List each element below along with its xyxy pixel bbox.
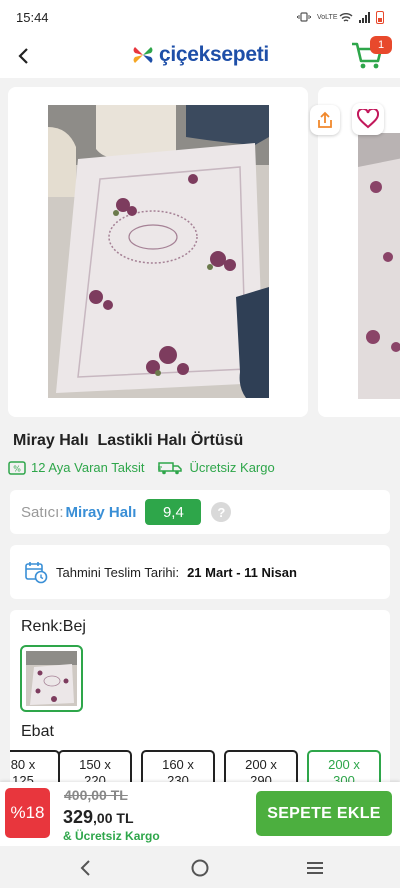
nav-recents-button[interactable]	[301, 854, 329, 882]
wifi-icon	[339, 12, 353, 22]
color-swatch-bej[interactable]	[20, 645, 83, 712]
seller-label: Satıcı:	[21, 503, 64, 521]
vibrate-icon	[297, 12, 311, 22]
logo-text: çiçeksepeti	[159, 43, 269, 66]
seller-name-link[interactable]: Miray Halı	[66, 504, 137, 521]
signal-icon	[359, 11, 370, 23]
status-bar: 15:44 VoLTE	[0, 0, 400, 34]
color-label: Renk:Bej	[21, 618, 86, 635]
seller-score-badge: 9,4	[145, 499, 202, 525]
carpet-photo-preview	[318, 87, 400, 417]
shipping-perk: Ücretsiz Kargo	[158, 460, 275, 475]
cart-count-badge: 1	[370, 36, 392, 54]
old-price: 400,00 TL	[64, 787, 128, 803]
app-header: çiçeksepeti 1	[0, 34, 400, 78]
product-perks: % 12 Aya Varan Taksit Ücretsiz Kargo	[8, 460, 275, 475]
calendar-clock-icon	[25, 562, 48, 584]
brand-logo[interactable]: çiçeksepeti	[131, 43, 269, 67]
nav-back-button[interactable]	[72, 854, 100, 882]
carpet-photo	[8, 87, 308, 417]
size-chip-line1: 200 x	[328, 757, 360, 772]
heart-icon	[357, 109, 379, 129]
color-swatch-thumbnail	[26, 651, 77, 706]
back-button[interactable]	[8, 40, 40, 72]
new-price-main: 329	[63, 807, 94, 827]
size-chip-line1: 150 x	[79, 757, 111, 772]
installment-perk: % 12 Aya Varan Taksit	[8, 460, 144, 475]
product-gallery[interactable]	[8, 87, 400, 417]
flower-logo-icon	[133, 47, 153, 63]
share-button[interactable]	[310, 105, 340, 135]
home-nav-icon	[191, 859, 209, 877]
size-chip-line1: 200 x	[245, 757, 277, 772]
battery-icon	[376, 10, 384, 24]
favorite-button[interactable]	[352, 103, 384, 135]
free-cargo-note: & Ücretsiz Kargo	[63, 829, 160, 843]
back-arrow-icon	[18, 48, 28, 64]
product-image-main[interactable]	[8, 87, 308, 417]
back-nav-icon	[80, 860, 90, 876]
cart-button[interactable]: 1	[350, 36, 392, 74]
installment-icon: %	[8, 460, 26, 475]
size-chip-line1: 160 x	[162, 757, 194, 772]
size-chip-line1: 80 x	[10, 757, 36, 772]
recents-nav-icon	[307, 862, 323, 874]
nav-home-button[interactable]	[186, 854, 214, 882]
purchase-bar: %18 400,00 TL 329,00 TL & Ücretsiz Kargo…	[0, 782, 400, 846]
delivery-estimate-card: Tahmini Teslim Tarihi: 21 Mart - 11 Nisa…	[10, 545, 390, 599]
seller-card[interactable]: Satıcı: Miray Halı 9,4 ?	[10, 490, 390, 534]
delivery-dates: 21 Mart - 11 Nisan	[187, 564, 297, 580]
status-time: 15:44	[16, 9, 49, 25]
product-image-next[interactable]	[318, 87, 400, 417]
discount-badge: %18	[5, 788, 50, 838]
installment-text: 12 Aya Varan Taksit	[31, 460, 145, 475]
share-icon	[318, 111, 332, 128]
svg-text:%: %	[13, 464, 21, 473]
truck-icon	[158, 461, 183, 474]
new-price: 329,00 TL	[63, 807, 134, 828]
product-title: Miray Halı Lastikli Halı Örtüsü	[13, 432, 244, 449]
add-to-cart-button[interactable]: SEPETE EKLE	[256, 791, 392, 836]
new-price-rest: ,00 TL	[93, 810, 134, 826]
volte-label: VoLTE	[317, 13, 338, 21]
shipping-text: Ücretsiz Kargo	[189, 460, 275, 475]
delivery-label: Tahmini Teslim Tarihi:	[56, 564, 180, 580]
system-nav-bar	[0, 846, 400, 888]
help-icon[interactable]: ?	[211, 502, 232, 522]
status-icons: VoLTE	[297, 10, 384, 24]
size-label: Ebat	[21, 723, 54, 740]
